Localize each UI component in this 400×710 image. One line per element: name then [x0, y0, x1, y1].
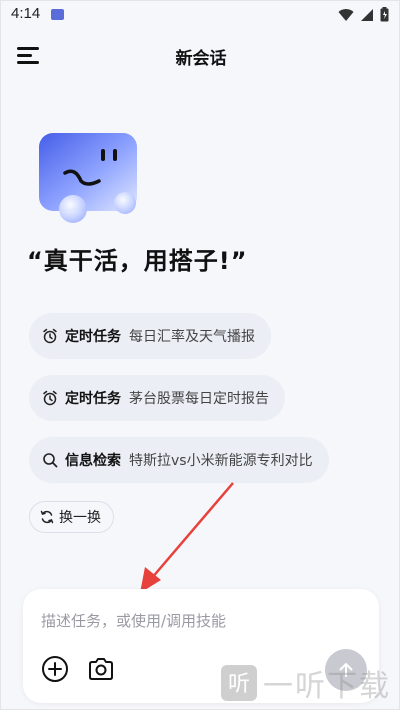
mascot-icon [39, 133, 137, 223]
search-icon [41, 451, 59, 469]
camera-icon[interactable] [85, 653, 117, 685]
task-input-card [23, 589, 379, 703]
chip-text: 特斯拉vs小米新能源专利对比 [129, 453, 313, 469]
slogan-heading: “真干活，用搭子!” [27, 247, 248, 275]
battery-icon [380, 7, 389, 22]
status-icons [338, 7, 389, 22]
suggestion-chip[interactable]: 信息检索 特斯拉vs小米新能源专利对比 [29, 437, 329, 483]
task-input[interactable] [39, 607, 363, 635]
chip-text: 茅台股票每日定时报告 [129, 391, 269, 407]
chip-category: 定时任务 [65, 329, 121, 345]
add-icon[interactable] [39, 653, 71, 685]
refresh-button[interactable]: 换一换 [29, 501, 114, 533]
chip-text: 每日汇率及天气播报 [129, 329, 255, 345]
page-title: 新会话 [175, 49, 227, 69]
suggestion-chip[interactable]: 定时任务 茅台股票每日定时报告 [29, 375, 285, 421]
cell-signal-icon [361, 8, 373, 21]
arrow-up-icon [339, 663, 353, 677]
status-bar: 4:14 [1, 1, 399, 29]
suggestion-chip[interactable]: 定时任务 每日汇率及天气播报 [29, 313, 271, 359]
header: 新会话 [1, 35, 399, 75]
notification-image-icon [51, 9, 64, 20]
chip-category: 定时任务 [65, 391, 121, 407]
chip-category: 信息检索 [65, 453, 121, 469]
app-screen: 4:14 新会话 “真干活，用搭子!” 定时任务 每日汇率及天气播报 定时任务 … [0, 0, 400, 710]
refresh-label: 换一换 [59, 510, 101, 526]
alarm-clock-icon [41, 327, 59, 345]
refresh-icon [40, 510, 54, 524]
status-time: 4:14 [11, 5, 41, 22]
send-button[interactable] [325, 649, 367, 691]
alarm-clock-icon [41, 389, 59, 407]
wifi-icon [338, 8, 354, 21]
